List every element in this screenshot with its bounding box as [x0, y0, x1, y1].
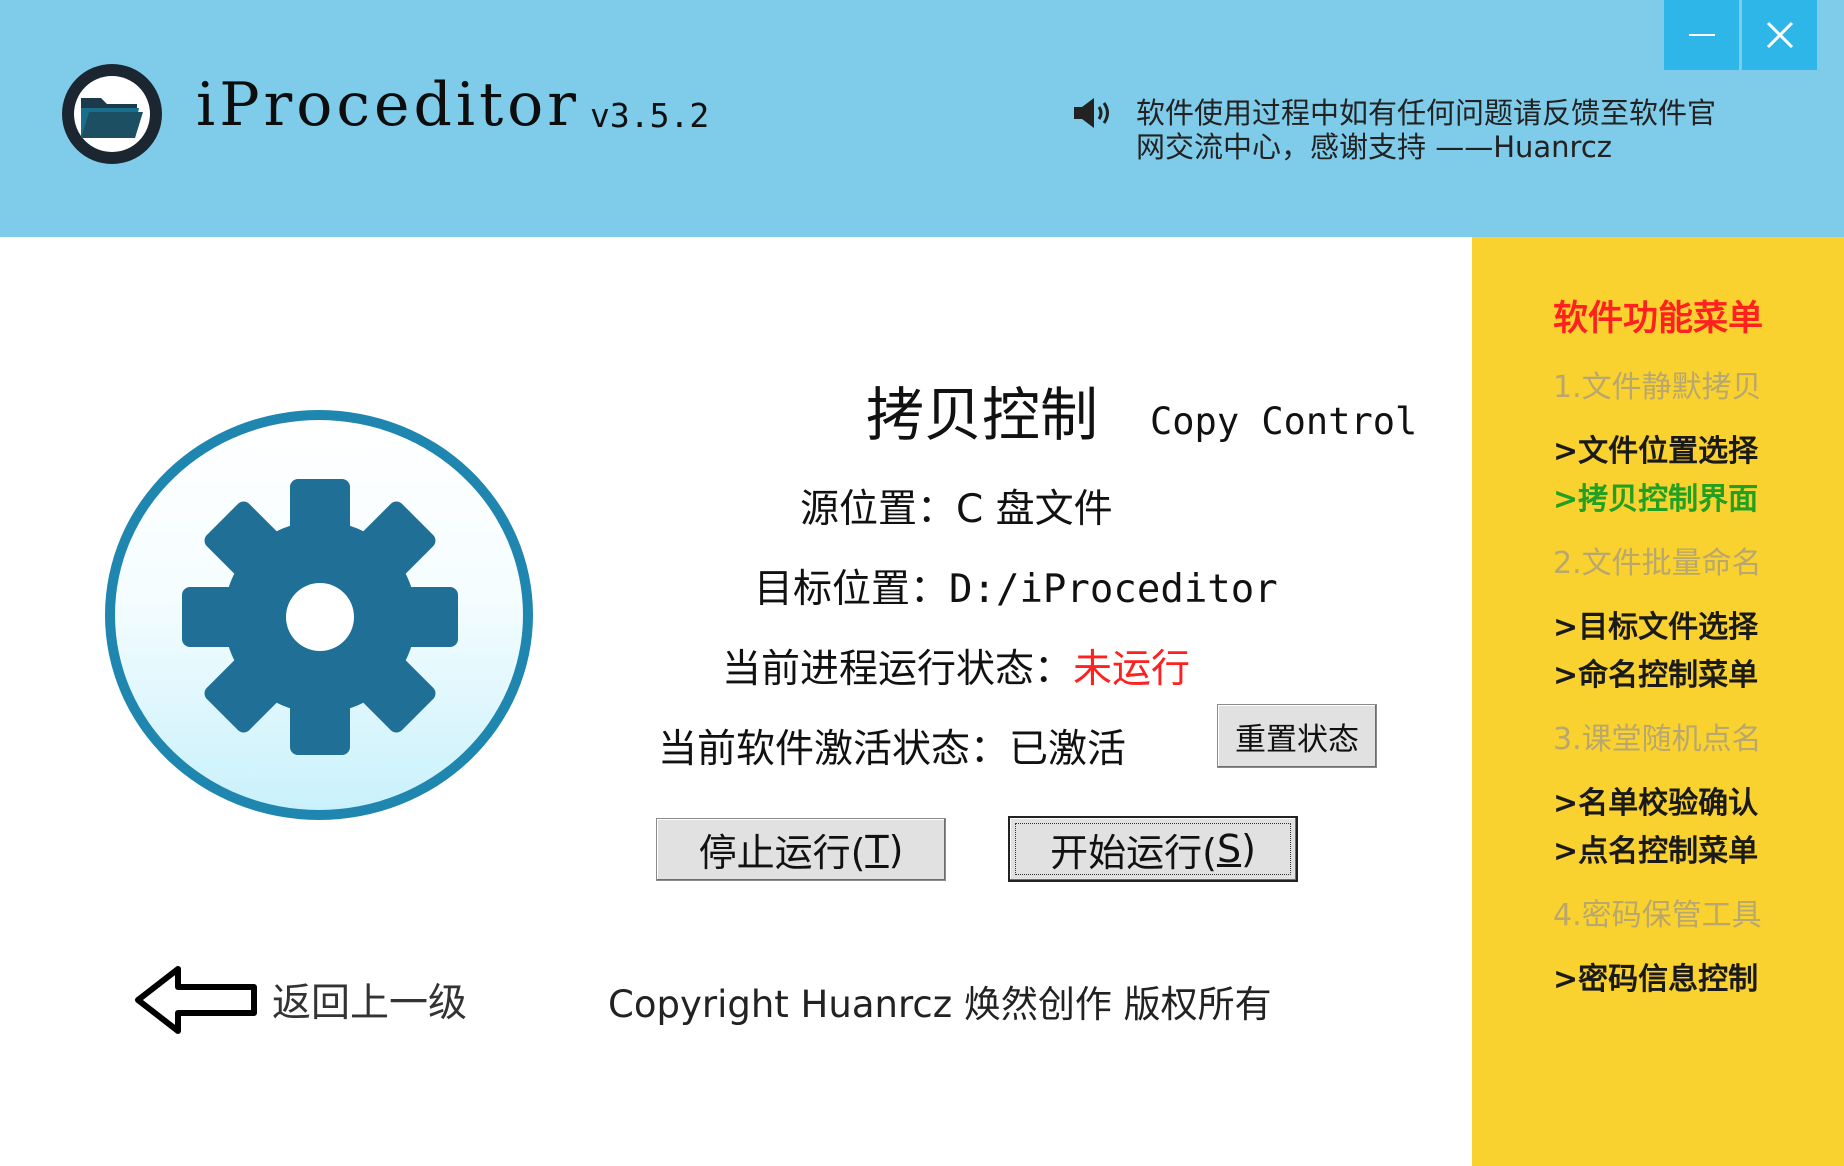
stop-run-hotkey: T: [865, 827, 889, 872]
menu-item-target-file[interactable]: >目标文件选择: [1553, 610, 1758, 646]
folder-icon: [81, 98, 143, 138]
process-status-label: 当前进程运行状态：: [722, 647, 1074, 692]
target-location: 目标位置：D:/iProceditor: [754, 558, 1278, 614]
close-icon: [1766, 21, 1793, 49]
support-notice: 软件使用过程中如有任何问题请反馈至软件官网交流中心，感谢支持 ——Huanrcz: [1136, 96, 1717, 164]
menu-section-file-copy[interactable]: 1.文件静默拷贝: [1553, 370, 1762, 406]
header-bar: iProceditor v3.5.2 软件使用过程中如有任何问题请反馈至软件官网…: [0, 0, 1844, 237]
menu-section-password-tool[interactable]: 4.密码保管工具: [1553, 898, 1762, 934]
process-status: 当前进程运行状态：未运行: [722, 638, 1190, 694]
copyright-text: Copyright Huanrcz 焕然创作 版权所有: [608, 983, 1272, 1026]
left-arrow-icon[interactable]: [134, 965, 258, 1035]
close-button[interactable]: [1742, 0, 1817, 70]
speaker-icon: [1074, 98, 1109, 128]
menu-section-batch-rename[interactable]: 2.文件批量命名: [1553, 546, 1762, 582]
menu-item-copy-control[interactable]: >拷贝控制界面: [1553, 482, 1758, 518]
page-title: 拷贝控制: [866, 381, 1099, 449]
menu-item-file-location[interactable]: >文件位置选择: [1553, 434, 1758, 470]
menu-section-roll-call[interactable]: 3.课堂随机点名: [1553, 722, 1762, 758]
activation-value: 已激活: [1009, 727, 1127, 772]
menu-title: 软件功能菜单: [1553, 299, 1764, 339]
reset-status-button[interactable]: 重置状态: [1217, 704, 1377, 768]
minimize-icon: [1688, 34, 1715, 36]
target-value: D:/iProceditor: [949, 567, 1278, 612]
start-run-button[interactable]: 开始运行(S): [1008, 816, 1298, 882]
activation-label: 当前软件激活状态：: [658, 727, 1010, 772]
menu-item-rename-control[interactable]: >命名控制菜单: [1553, 658, 1758, 694]
gear-icon: [182, 479, 458, 755]
page-title-en: Copy Control: [1150, 400, 1418, 443]
gear-badge: [105, 410, 533, 820]
menu-item-password-control[interactable]: >密码信息控制: [1553, 962, 1758, 998]
stop-run-paren: ): [888, 827, 904, 872]
source-value: C 盘文件: [956, 487, 1113, 532]
app-version: v3.5.2: [590, 96, 710, 135]
menu-item-roster-verify[interactable]: >名单校验确认: [1553, 786, 1758, 822]
back-link[interactable]: 返回上一级: [272, 972, 467, 1028]
stop-run-button[interactable]: 停止运行(T): [656, 818, 946, 881]
source-location: 源位置：C 盘文件: [800, 478, 1113, 534]
app-name: iProceditor: [196, 70, 580, 140]
process-status-value: 未运行: [1073, 647, 1191, 692]
activation-status: 当前软件激活状态：已激活: [658, 718, 1126, 774]
minimize-button[interactable]: [1664, 0, 1739, 70]
focus-ring: [1015, 823, 1291, 875]
stop-run-label: 停止运行(: [698, 831, 866, 875]
menu-item-roll-call-control[interactable]: >点名控制菜单: [1553, 834, 1758, 870]
app-logo: [62, 64, 162, 164]
target-label: 目标位置：: [754, 567, 950, 612]
source-label: 源位置：: [800, 487, 957, 532]
